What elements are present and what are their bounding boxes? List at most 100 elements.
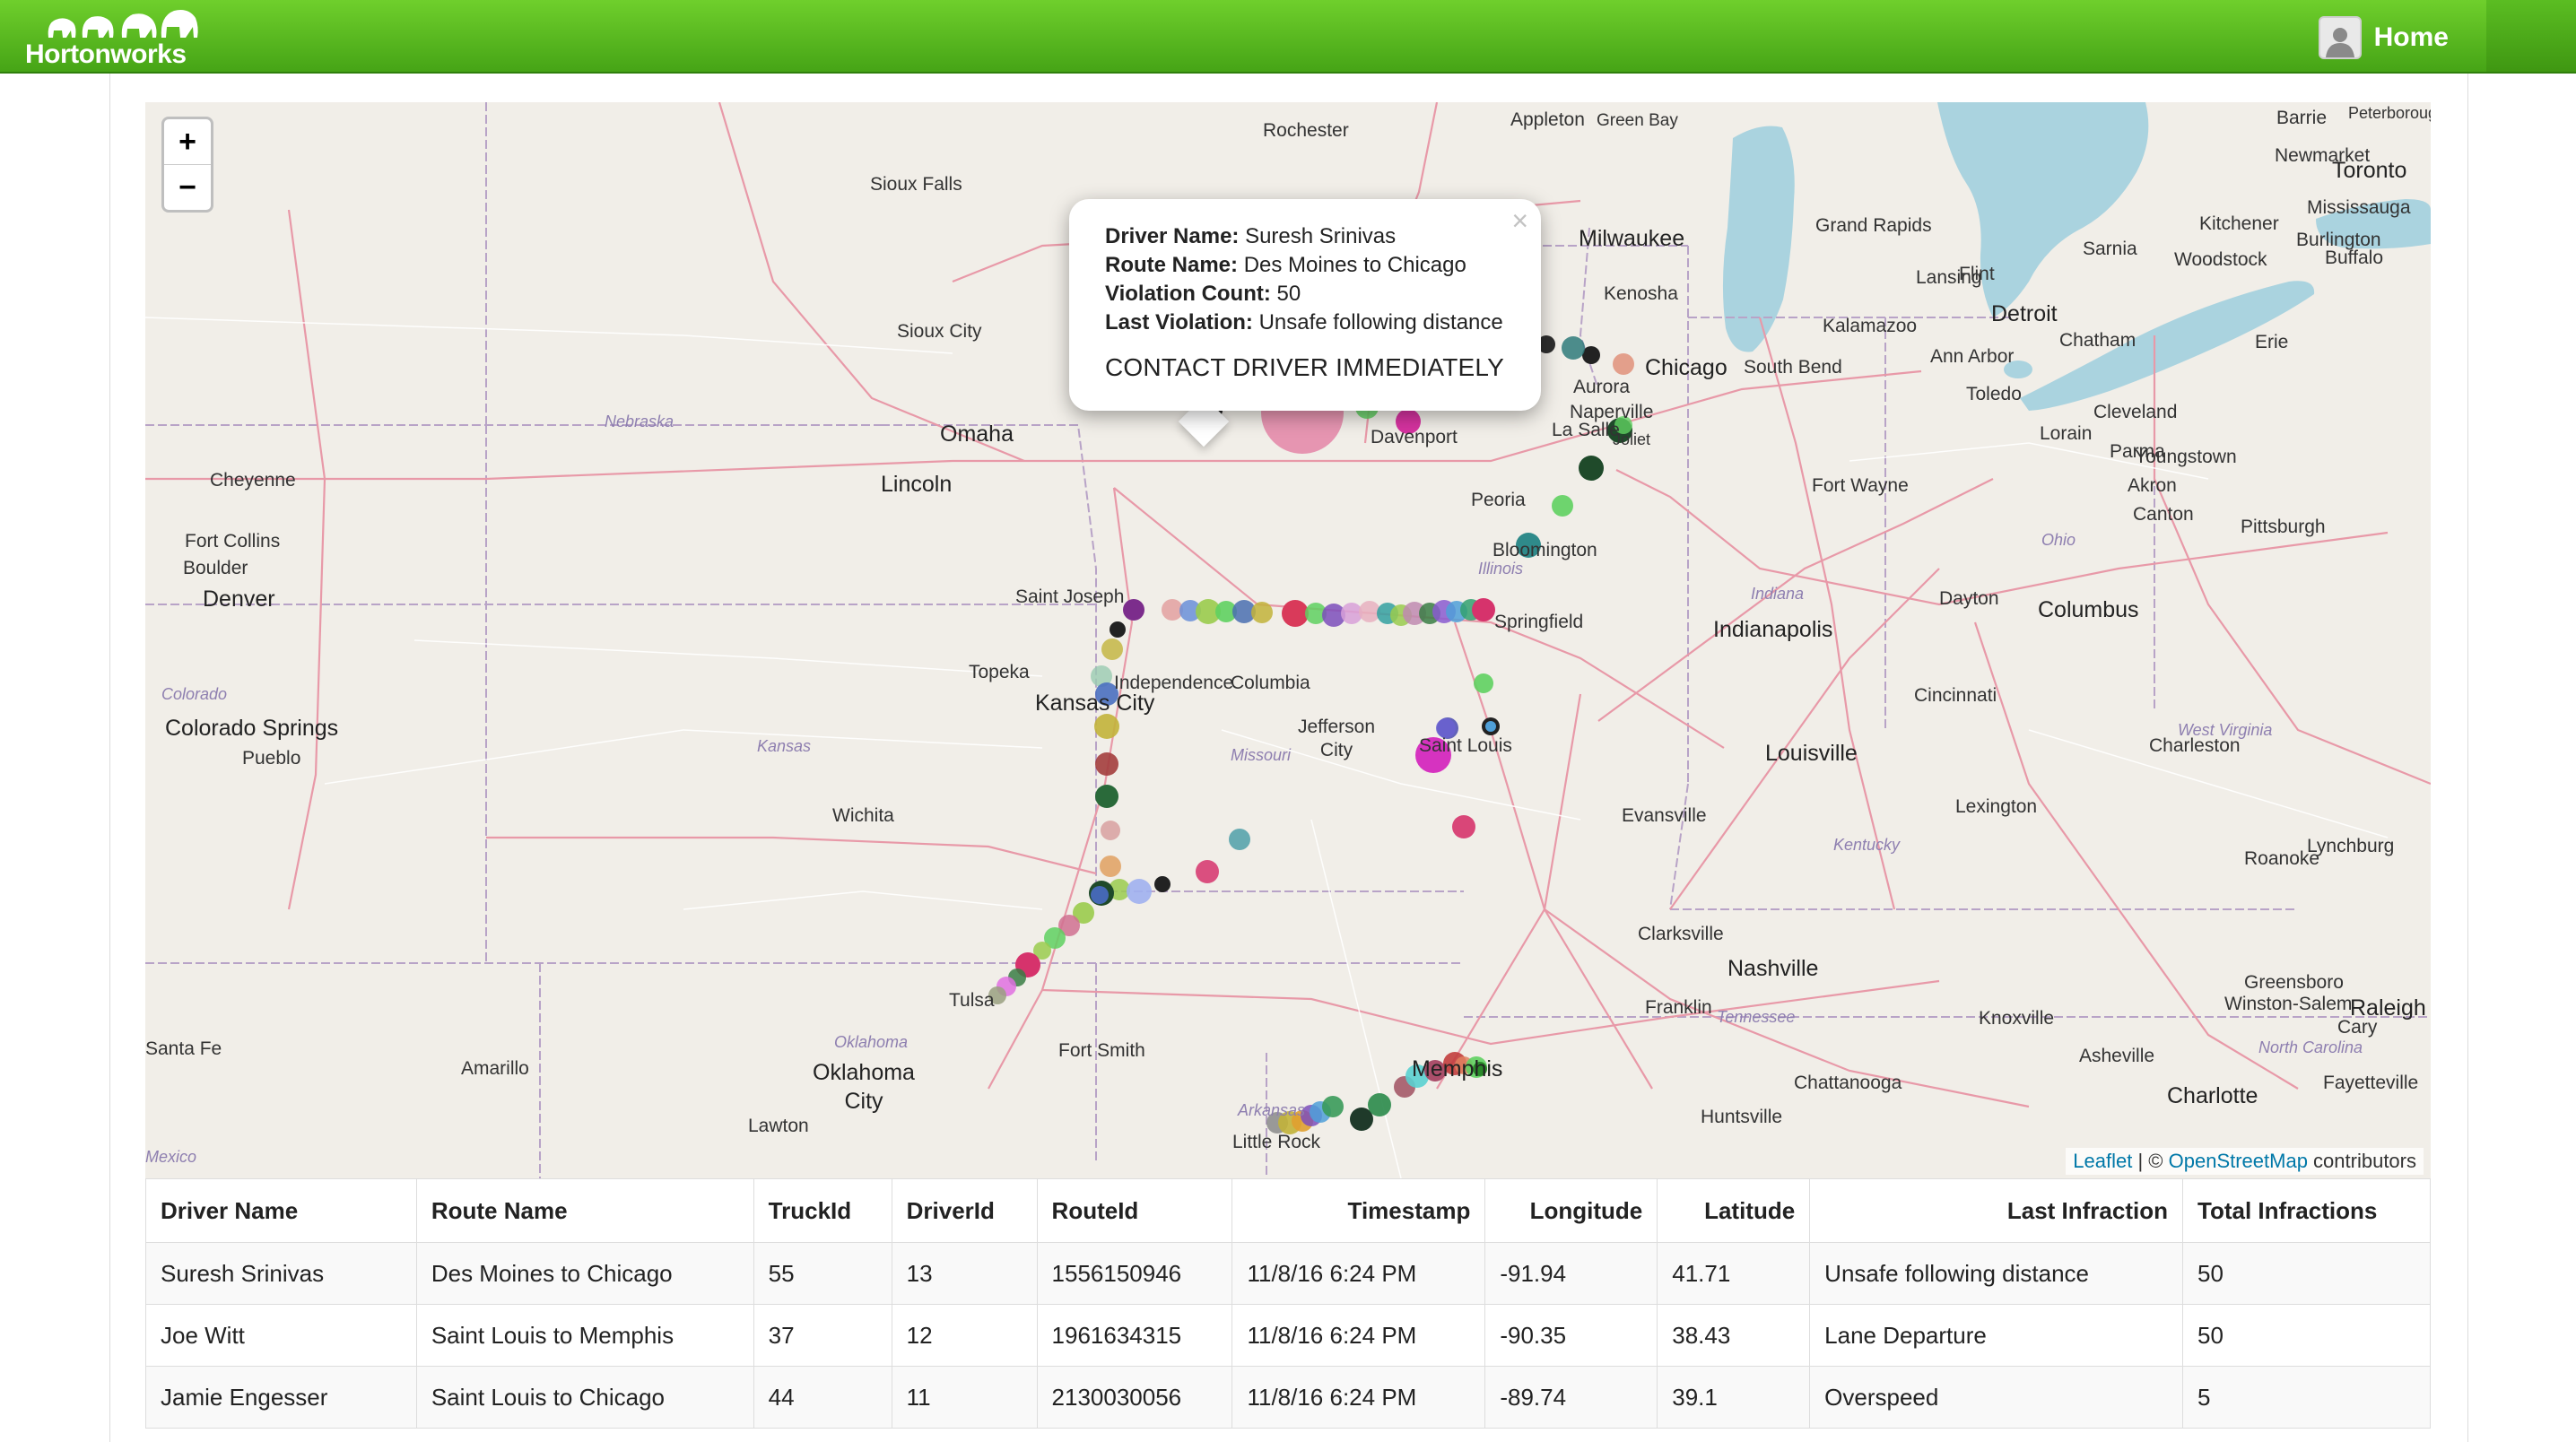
- city-label: Omaha: [940, 421, 1014, 447]
- col-latitude[interactable]: Latitude: [1657, 1178, 1811, 1243]
- city-label: Youngstown: [2135, 447, 2237, 467]
- state-label: Kentucky: [1833, 836, 1901, 854]
- cell-latitude: 41.71: [1657, 1242, 1811, 1305]
- cell-total-infractions: 5: [2182, 1366, 2431, 1429]
- map-attribution: Leaflet | © OpenStreetMap contributors: [2066, 1148, 2424, 1175]
- state-label: Mexico: [145, 1148, 197, 1166]
- route-marker[interactable]: [1101, 821, 1120, 840]
- city-label: Kansas City: [1035, 691, 1155, 716]
- city-label: Independence: [1114, 673, 1234, 693]
- route-marker[interactable]: [1472, 598, 1495, 621]
- state-label: Oklahoma: [834, 1033, 909, 1051]
- route-marker[interactable]: [1123, 599, 1144, 621]
- route-marker[interactable]: [1100, 856, 1121, 877]
- col-truck-id[interactable]: TruckId: [753, 1178, 892, 1243]
- col-longitude[interactable]: Longitude: [1484, 1178, 1658, 1243]
- state-label: North Carolina: [2258, 1038, 2363, 1056]
- zoom-control: + −: [161, 117, 213, 213]
- city-label: Fayetteville: [2323, 1073, 2419, 1093]
- city-label: Greensboro: [2244, 972, 2344, 993]
- route-marker[interactable]: [1552, 495, 1573, 517]
- route-marker[interactable]: [1127, 879, 1152, 904]
- route-marker[interactable]: [1613, 353, 1634, 375]
- route-marker[interactable]: [1196, 860, 1219, 883]
- city-label: Boulder: [183, 558, 248, 578]
- cell-timestamp: 11/8/16 6:24 PM: [1231, 1242, 1486, 1305]
- table-row[interactable]: Joe Witt Saint Louis to Memphis 37 12 19…: [145, 1304, 2431, 1367]
- city-label: Charlotte: [2167, 1083, 2258, 1108]
- col-driver-name[interactable]: Driver Name: [145, 1178, 417, 1243]
- popup-close-icon[interactable]: ×: [1511, 204, 1528, 238]
- col-timestamp[interactable]: Timestamp: [1231, 1178, 1486, 1243]
- leaflet-link[interactable]: Leaflet: [2073, 1150, 2132, 1172]
- city-label: Chattanooga: [1794, 1073, 1902, 1093]
- cell-timestamp: 11/8/16 6:24 PM: [1231, 1366, 1486, 1429]
- cell-route-name: Des Moines to Chicago: [415, 1242, 754, 1305]
- route-marker[interactable]: [1095, 752, 1118, 776]
- city-label: Franklin: [1645, 997, 1712, 1018]
- table-row[interactable]: Suresh Srinivas Des Moines to Chicago 55…: [145, 1242, 2431, 1305]
- col-driver-id[interactable]: DriverId: [891, 1178, 1038, 1243]
- cell-total-infractions: 50: [2182, 1242, 2431, 1305]
- city-label: Asheville: [2079, 1046, 2155, 1066]
- state-label: Ohio: [2041, 531, 2076, 549]
- col-last-infraction[interactable]: Last Infraction: [1809, 1178, 2183, 1243]
- route-marker[interactable]: [1094, 714, 1119, 739]
- route-marker[interactable]: [1154, 876, 1171, 892]
- state-label: Indiana: [1751, 585, 1805, 603]
- zoom-in-button[interactable]: +: [164, 119, 211, 165]
- city-label: Chatham: [2059, 330, 2137, 351]
- city-label: Grand Rapids: [1815, 215, 1932, 236]
- col-total-infractions[interactable]: Total Infractions: [2182, 1178, 2431, 1243]
- route-marker[interactable]: [1101, 638, 1123, 660]
- city-label: Santa Fe: [145, 1038, 222, 1059]
- route-marker[interactable]: [1485, 721, 1496, 732]
- route-marker[interactable]: [1091, 886, 1109, 904]
- popup-count-label: Violation Count:: [1105, 282, 1271, 306]
- city-label: Peterborough: [2348, 104, 2431, 122]
- city-label: Chicago: [1645, 355, 1727, 380]
- elephant-logo-icon: [48, 10, 198, 38]
- driver-events-table: Driver Name Route Name TruckId DriverId …: [145, 1178, 2431, 1429]
- osm-link[interactable]: OpenStreetMap: [2169, 1150, 2308, 1172]
- route-marker[interactable]: [1322, 1096, 1344, 1117]
- cell-route-name: Saint Louis to Memphis: [415, 1304, 754, 1367]
- route-marker[interactable]: [1229, 829, 1250, 850]
- home-link[interactable]: Home: [2318, 16, 2449, 59]
- city-label: Nashville: [1727, 956, 1819, 981]
- route-marker[interactable]: [1582, 346, 1600, 364]
- popup-count-value: 50: [1276, 282, 1301, 306]
- city-label: Toronto: [2332, 158, 2407, 183]
- city-label: Woodstock: [2174, 249, 2267, 270]
- hortonworks-logo[interactable]: Hortonworks: [25, 7, 198, 69]
- route-marker[interactable]: [1110, 621, 1126, 638]
- route-marker[interactable]: [1474, 673, 1493, 693]
- city-label: Evansville: [1622, 805, 1707, 826]
- zoom-out-button[interactable]: −: [164, 165, 211, 210]
- route-marker[interactable]: [1579, 456, 1604, 481]
- popup-last-row: Last Violation: Unsafe following distanc…: [1105, 308, 1504, 337]
- city-label: Tulsa: [949, 990, 995, 1011]
- col-route-id[interactable]: RouteId: [1036, 1178, 1233, 1243]
- home-label: Home: [2373, 22, 2449, 52]
- state-label: West Virginia: [2178, 721, 2273, 739]
- city-label: Dayton: [1939, 588, 1999, 609]
- cell-latitude: 39.1: [1657, 1366, 1811, 1429]
- city-label: Amarillo: [461, 1058, 529, 1079]
- cell-route-id: 2130030056: [1036, 1366, 1233, 1429]
- city-label: Sioux Falls: [870, 174, 962, 195]
- cell-driver-id: 13: [891, 1242, 1038, 1305]
- city-label: Milwaukee: [1579, 226, 1685, 251]
- route-marker[interactable]: [1452, 815, 1475, 838]
- state-label: Missouri: [1231, 746, 1292, 764]
- map-view[interactable]: Rochester Appleton Green Bay Barrie Pete…: [145, 102, 2431, 1178]
- route-marker[interactable]: [1095, 785, 1118, 808]
- route-marker[interactable]: [1562, 336, 1585, 360]
- route-marker[interactable]: [1368, 1093, 1391, 1116]
- col-route-name[interactable]: Route Name: [415, 1178, 754, 1243]
- route-marker[interactable]: [1251, 602, 1273, 623]
- table-row[interactable]: Jamie Engesser Saint Louis to Chicago 44…: [145, 1366, 2431, 1429]
- route-marker[interactable]: [1282, 600, 1309, 627]
- state-label: Colorado: [161, 685, 228, 703]
- navbar-edge: [2486, 0, 2576, 72]
